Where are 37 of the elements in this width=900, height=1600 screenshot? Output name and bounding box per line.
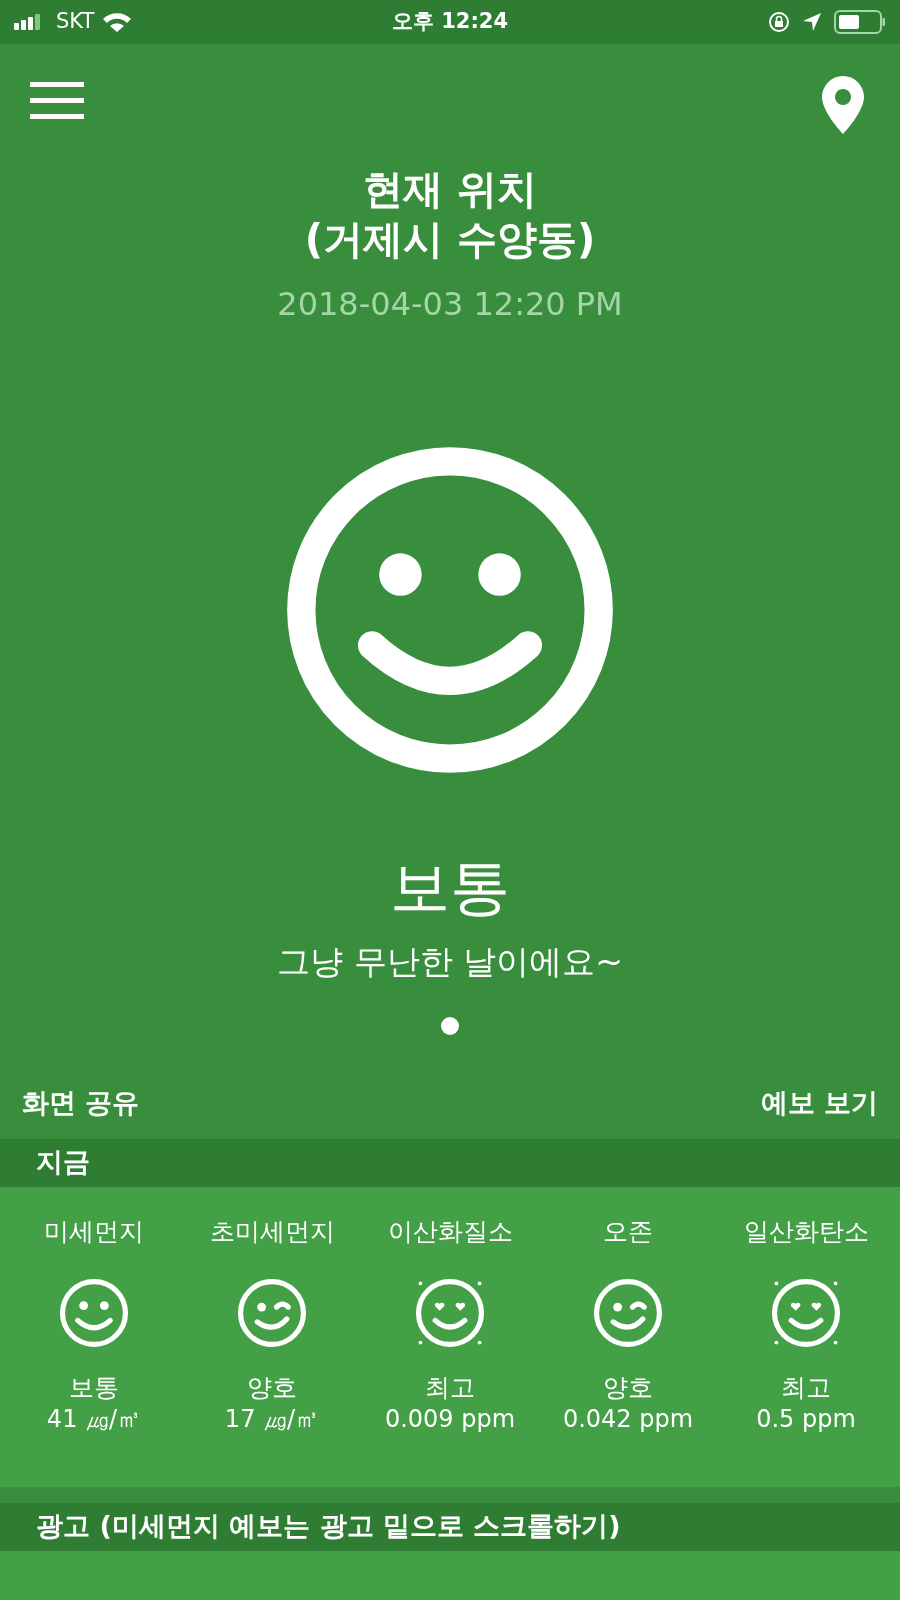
indicator-grade: 양호 xyxy=(247,1372,297,1404)
clock-time: 오후 12:24 xyxy=(391,8,509,36)
location-arrow-icon xyxy=(802,12,822,32)
air-quality-message: 그냥 무난한 날이에요~ xyxy=(277,941,623,983)
indicator-face-icon xyxy=(769,1276,843,1350)
indicator-face-icon xyxy=(57,1276,131,1350)
share-screen-button[interactable]: 화면 공유 xyxy=(22,1083,140,1124)
battery-icon xyxy=(834,10,886,34)
air-quality-grade: 보통 xyxy=(390,851,510,924)
indicator-grade: 최고 xyxy=(425,1372,475,1404)
location-subtitle: (거제시 수양동) xyxy=(304,215,596,264)
indicator-name: 일산화탄소 xyxy=(743,1215,869,1248)
forecast-button[interactable]: 예보 보기 xyxy=(760,1083,878,1124)
indicator-name: 미세먼지 xyxy=(44,1215,144,1248)
indicator-value: 41 ㎍/㎥ xyxy=(46,1404,142,1434)
indicator-grade: 보통 xyxy=(69,1372,119,1404)
section-title: 광고 (미세먼지 예보는 광고 밑으로 스크롤하기) xyxy=(36,1509,621,1544)
indicator-face-icon xyxy=(413,1276,487,1350)
indicator-name: 이산화질소 xyxy=(387,1215,513,1248)
timestamp: 2018-04-03 12:20 PM xyxy=(277,284,623,325)
location-title: 현재 위치 xyxy=(363,165,537,214)
indicator-value: 17 ㎍/㎥ xyxy=(224,1404,320,1434)
indicator-grade: 최고 xyxy=(781,1372,831,1404)
indicator-value: 0.5 ppm xyxy=(756,1404,856,1434)
indicator-face-icon xyxy=(235,1276,309,1350)
menu-icon[interactable] xyxy=(30,80,84,120)
indicator-grade: 양호 xyxy=(603,1372,653,1404)
map-pin-icon[interactable] xyxy=(822,76,864,134)
wifi-icon xyxy=(102,12,133,32)
indicator-face-icon xyxy=(591,1276,665,1350)
indicator-name: 초미세먼지 xyxy=(209,1215,335,1248)
section-title: 지금 xyxy=(36,1145,90,1180)
rotation-lock-icon xyxy=(768,11,790,33)
indicator-value: 0.009 ppm xyxy=(384,1404,516,1434)
indicator-name: 오존 xyxy=(603,1215,653,1248)
carrier-name: SKT xyxy=(56,8,95,36)
indicator-value: 0.042 ppm xyxy=(562,1404,694,1434)
